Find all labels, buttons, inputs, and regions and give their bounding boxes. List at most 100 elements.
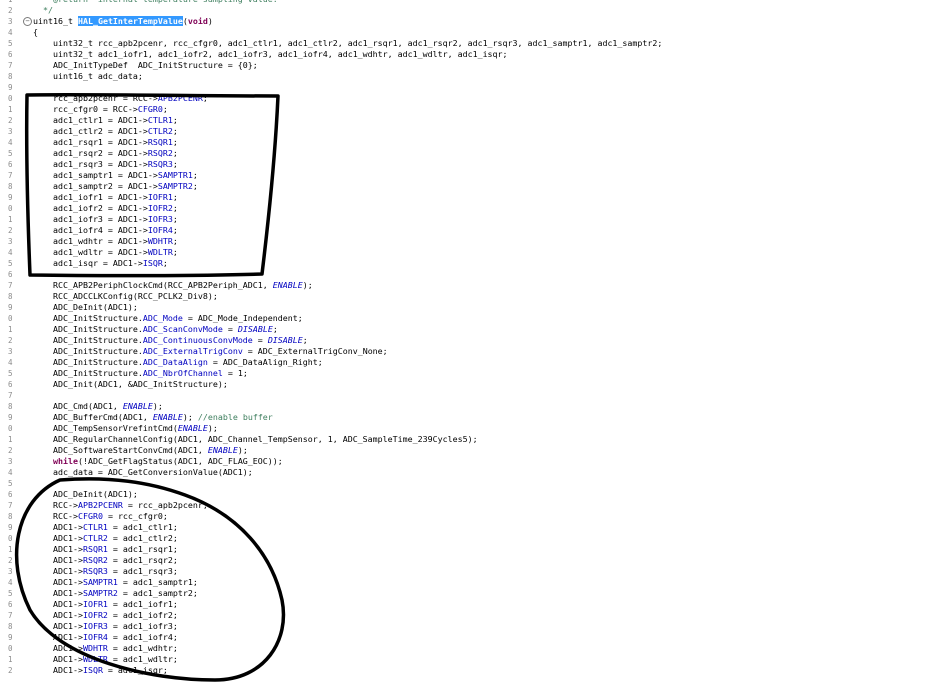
code-token: CTLR2 bbox=[147, 126, 173, 136]
code-token: ADC_InitStructure. bbox=[33, 368, 143, 378]
code-token: ADC_ExternalTrigConv bbox=[142, 346, 243, 356]
line-number: 6 bbox=[8, 50, 13, 59]
code-line[interactable]: 8 ADC1->IOFR3 = adc1_iofr3; bbox=[0, 621, 941, 632]
code-text: adc1_iofr4 = ADC1->IOFR4; bbox=[33, 225, 178, 236]
code-line[interactable]: 8 adc1_samptr2 = ADC1->SAMPTR2; bbox=[0, 181, 941, 192]
code-line[interactable]: 4 adc1_wdltr = ADC1->WDLTR; bbox=[0, 247, 941, 258]
code-line[interactable]: 6 ADC1->IOFR1 = adc1_iofr1; bbox=[0, 599, 941, 610]
code-line[interactable]: 8 ADC_Cmd(ADC1, ENABLE); bbox=[0, 401, 941, 412]
code-line[interactable]: 9 adc1_iofr1 = ADC1->IOFR1; bbox=[0, 192, 941, 203]
code-line[interactable]: 9 ADC1->IOFR4 = adc1_iofr4; bbox=[0, 632, 941, 643]
code-text: RCC->APB2PCENR = rcc_apb2pcenr; bbox=[33, 500, 208, 511]
code-line[interactable]: 7 ADC_InitTypeDef ADC_InitStructure = {0… bbox=[0, 60, 941, 71]
code-token: adc1_wdltr = ADC1-> bbox=[33, 247, 148, 257]
line-number: 3 bbox=[8, 127, 13, 136]
code-token: ADC_InitStructure. bbox=[33, 313, 143, 323]
code-line[interactable]: 5 bbox=[0, 478, 941, 489]
code-line[interactable]: 7 bbox=[0, 390, 941, 401]
code-line[interactable]: 8 RCC->CFGR0 = rcc_cfgr0; bbox=[0, 511, 941, 522]
line-number: 3 bbox=[8, 567, 13, 576]
code-line[interactable]: 2 adc1_iofr4 = ADC1->IOFR4; bbox=[0, 225, 941, 236]
code-line[interactable]: 0 ADC1->WDHTR = adc1_wdhtr; bbox=[0, 643, 941, 654]
code-line[interactable]: 1 ADC1->RSQR1 = adc1_rsqr1; bbox=[0, 544, 941, 555]
code-line[interactable]: 2 ADC_SoftwareStartConvCmd(ADC1, ENABLE)… bbox=[0, 445, 941, 456]
code-line[interactable]: 6 uint32_t adc1_iofr1, adc1_iofr2, adc1_… bbox=[0, 49, 941, 60]
code-text: { bbox=[33, 27, 38, 38]
code-line[interactable]: 4 ADC1->SAMPTR1 = adc1_samptr1; bbox=[0, 577, 941, 588]
code-line[interactable]: 3 − uint16_t HAL_GetInterTempValue(void) bbox=[0, 16, 941, 27]
code-token: ADC_InitStructure. bbox=[33, 324, 143, 334]
code-line[interactable]: 3 adc1_ctlr2 = ADC1->CTLR2; bbox=[0, 126, 941, 137]
line-number: 4 bbox=[8, 578, 13, 587]
code-line[interactable]: 3 while(!ADC_GetFlagStatus(ADC1, ADC_FLA… bbox=[0, 456, 941, 467]
code-line[interactable]: 4 adc1_rsqr1 = ADC1->RSQR1; bbox=[0, 137, 941, 148]
code-token: ; bbox=[192, 170, 198, 180]
code-line[interactable]: 5 uint32_t rcc_apb2pcenr, rcc_cfgr0, adc… bbox=[0, 38, 941, 49]
code-line[interactable]: 8 RCC_ADCCLKConfig(RCC_PCLK2_Div8); bbox=[0, 291, 941, 302]
code-line[interactable]: 2 ADC1->ISQR = adc1_isqr; bbox=[0, 665, 941, 676]
code-line[interactable]: 7 adc1_samptr1 = ADC1->SAMPTR1; bbox=[0, 170, 941, 181]
code-token: ADC1-> bbox=[33, 566, 83, 576]
code-text: ADC1->IOFR4 = adc1_iofr4; bbox=[33, 632, 178, 643]
line-number: 8 bbox=[8, 72, 13, 81]
code-line[interactable]: 9 ADC1->CTLR1 = adc1_ctlr1; bbox=[0, 522, 941, 533]
code-line[interactable]: 6 ADC_DeInit(ADC1); bbox=[0, 489, 941, 500]
code-line[interactable]: 5 ADC_InitStructure.ADC_NbrOfChannel = 1… bbox=[0, 368, 941, 379]
code-line[interactable]: 4 ADC_InitStructure.ADC_DataAlign = ADC_… bbox=[0, 357, 941, 368]
code-line[interactable]: 3 adc1_wdhtr = ADC1->WDHTR; bbox=[0, 236, 941, 247]
code-text: rcc_apb2pcenr = RCC->APB2PCENR; bbox=[33, 93, 208, 104]
code-line[interactable]: 2 adc1_ctlr1 = ADC1->CTLR1; bbox=[0, 115, 941, 126]
code-line[interactable]: 0 ADC_TempSensorVrefintCmd(ENABLE); bbox=[0, 423, 941, 434]
code-token: ADC_Mode bbox=[142, 313, 183, 323]
code-line[interactable]: 0 adc1_iofr2 = ADC1->IOFR2; bbox=[0, 203, 941, 214]
code-line[interactable]: 1 ADC_InitStructure.ADC_ScanConvMode = D… bbox=[0, 324, 941, 335]
code-text: ADC1->RSQR1 = adc1_rsqr1; bbox=[33, 544, 178, 555]
code-line[interactable]: 8 uint16_t adc_data; bbox=[0, 71, 941, 82]
code-token: RSQR1 bbox=[82, 544, 108, 554]
code-line[interactable]: 6 ADC_Init(ADC1, &ADC_InitStructure); bbox=[0, 379, 941, 390]
code-line[interactable]: 5 adc1_rsqr2 = ADC1->RSQR2; bbox=[0, 148, 941, 159]
code-line[interactable]: 5 ADC1->SAMPTR2 = adc1_samptr2; bbox=[0, 588, 941, 599]
line-number: 3 bbox=[8, 237, 13, 246]
fold-collapse-icon[interactable]: − bbox=[23, 17, 32, 26]
code-editor[interactable]: 1 * @return internal temperature samplin… bbox=[0, 0, 941, 676]
code-token: while bbox=[52, 456, 78, 466]
code-line[interactable]: 9 ADC_DeInit(ADC1); bbox=[0, 302, 941, 313]
code-line[interactable]: 1 ADC_RegularChannelConfig(ADC1, ADC_Cha… bbox=[0, 434, 941, 445]
code-line[interactable]: 7 RCC_APB2PeriphClockCmd(RCC_APB2Periph_… bbox=[0, 280, 941, 291]
code-line[interactable]: 7 ADC1->IOFR2 = adc1_iofr2; bbox=[0, 610, 941, 621]
code-text: adc1_rsqr3 = ADC1->RSQR3; bbox=[33, 159, 178, 170]
code-line[interactable]: 2 */ bbox=[0, 5, 941, 16]
code-line[interactable]: 0 ADC1->CTLR2 = adc1_ctlr2; bbox=[0, 533, 941, 544]
code-line[interactable]: 1 ADC1->WDLTR = adc1_wdltr; bbox=[0, 654, 941, 665]
code-line[interactable]: 4 adc_data = ADC_GetConversionValue(ADC1… bbox=[0, 467, 941, 478]
code-token: */ bbox=[33, 5, 53, 15]
code-line[interactable]: 9 bbox=[0, 82, 941, 93]
code-line[interactable]: 4{ bbox=[0, 27, 941, 38]
code-line[interactable]: 0 rcc_apb2pcenr = RCC->APB2PCENR; bbox=[0, 93, 941, 104]
code-line[interactable]: 6 bbox=[0, 269, 941, 280]
code-line[interactable]: 0 ADC_InitStructure.ADC_Mode = ADC_Mode_… bbox=[0, 313, 941, 324]
code-token: IOFR1 bbox=[82, 599, 108, 609]
code-token: = ADC_DataAlign_Right; bbox=[207, 357, 323, 367]
line-number: 8 bbox=[8, 402, 13, 411]
code-line[interactable]: 5 adc1_isqr = ADC1->ISQR; bbox=[0, 258, 941, 269]
code-line[interactable]: 7 RCC->APB2PCENR = rcc_apb2pcenr; bbox=[0, 500, 941, 511]
code-line[interactable]: 2 ADC_InitStructure.ADC_ContinuousConvMo… bbox=[0, 335, 941, 346]
code-line[interactable]: 2 ADC1->RSQR2 = adc1_rsqr2; bbox=[0, 555, 941, 566]
code-token: RCC_ADCCLKConfig(RCC_PCLK2_Div8); bbox=[33, 291, 218, 301]
code-line[interactable]: 9 ADC_BufferCmd(ADC1, ENABLE); //enable … bbox=[0, 412, 941, 423]
code-token: ; bbox=[272, 324, 278, 334]
line-number: 7 bbox=[8, 281, 13, 290]
code-text: RCC_ADCCLKConfig(RCC_PCLK2_Div8); bbox=[33, 291, 218, 302]
code-line[interactable]: 3 ADC_InitStructure.ADC_ExternalTrigConv… bbox=[0, 346, 941, 357]
line-number: 9 bbox=[8, 523, 13, 532]
line-number: 9 bbox=[8, 193, 13, 202]
line-number: 2 bbox=[8, 226, 13, 235]
code-line[interactable]: 1 adc1_iofr3 = ADC1->IOFR3; bbox=[0, 214, 941, 225]
code-line[interactable]: 1 rcc_cfgr0 = RCC->CFGR0; bbox=[0, 104, 941, 115]
code-line[interactable]: 3 ADC1->RSQR3 = adc1_rsqr3; bbox=[0, 566, 941, 577]
code-line[interactable]: 6 adc1_rsqr3 = ADC1->RSQR3; bbox=[0, 159, 941, 170]
code-token: ADC1-> bbox=[33, 522, 83, 532]
